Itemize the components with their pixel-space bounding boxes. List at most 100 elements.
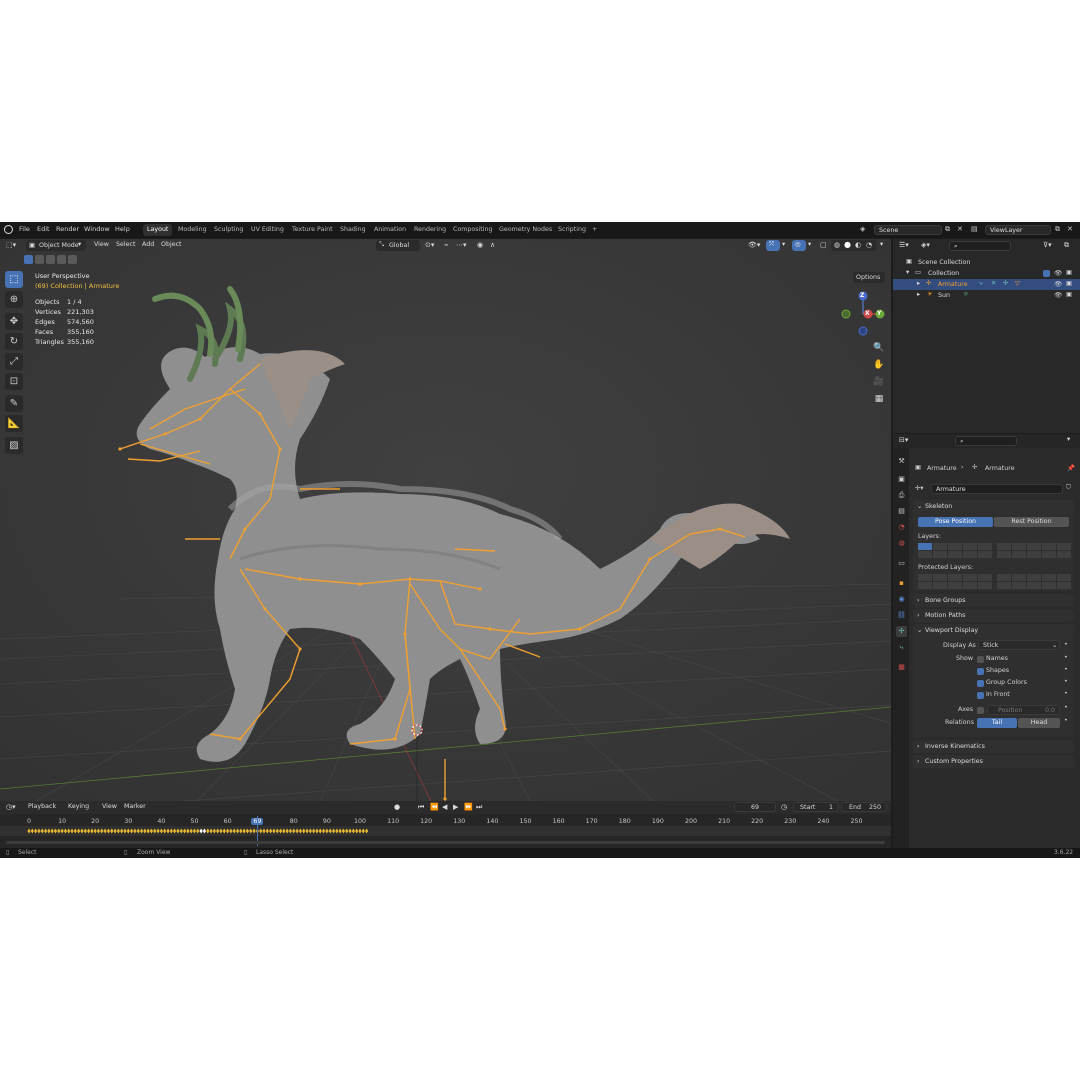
snap-icon[interactable]: ⌁ bbox=[444, 241, 448, 249]
keyframe-diamond[interactable] bbox=[298, 828, 303, 834]
jump-start-icon[interactable]: ⏮ bbox=[418, 803, 424, 812]
keyframe-diamond[interactable] bbox=[163, 828, 167, 834]
add-cube-tool[interactable]: ▨ bbox=[5, 437, 23, 454]
keyframe-diamond[interactable] bbox=[269, 828, 273, 834]
names-checkbox[interactable] bbox=[977, 656, 984, 663]
menu-help[interactable]: Help bbox=[115, 225, 130, 233]
3d-viewport[interactable]: ⬚▾ ▣ Object Mode ▾ View Select Add Objec… bbox=[0, 239, 891, 820]
bone-icon[interactable]: ✕ bbox=[991, 280, 996, 287]
mesh-icon[interactable]: ▽ bbox=[1015, 280, 1020, 287]
keyframe-diamond[interactable] bbox=[130, 828, 134, 834]
jump-keyframe-forward-icon[interactable]: ⏩ bbox=[464, 803, 473, 811]
keyframe-diamond[interactable] bbox=[30, 828, 34, 834]
keyframe-diamond[interactable] bbox=[348, 828, 352, 834]
keyframe-diamond[interactable] bbox=[192, 828, 197, 834]
chevron-down-icon[interactable]: ▾ bbox=[1067, 436, 1070, 443]
pivot-point-icon[interactable]: ⊙▾ bbox=[425, 241, 434, 249]
keyframe-diamond[interactable] bbox=[116, 828, 120, 834]
keyframe-diamond[interactable] bbox=[292, 828, 296, 834]
keyframe-diamond[interactable] bbox=[341, 828, 346, 834]
keyframe-diamond[interactable] bbox=[113, 828, 117, 834]
view-layer-tab-icon[interactable]: ▤ bbox=[896, 506, 907, 517]
keyframe-diamond[interactable] bbox=[285, 828, 289, 834]
keyframe-diamond[interactable] bbox=[90, 828, 94, 834]
object-tab-icon[interactable]: ▪ bbox=[896, 578, 907, 589]
keyframe-diamond[interactable] bbox=[43, 828, 48, 834]
select-intersect-icon[interactable] bbox=[68, 255, 77, 264]
add-workspace-button[interactable]: + bbox=[588, 224, 601, 236]
rest-position-button[interactable]: Rest Position bbox=[994, 517, 1069, 527]
keyframe-diamond[interactable] bbox=[242, 828, 246, 834]
viewport-menu-object[interactable]: Object bbox=[161, 241, 182, 248]
keyframe-diamond[interactable] bbox=[275, 828, 279, 834]
keyframe-diamond[interactable] bbox=[73, 828, 77, 834]
keyframe-diamond[interactable] bbox=[57, 828, 61, 834]
keyframe-diamond[interactable] bbox=[219, 828, 223, 834]
keyframe-diamond[interactable] bbox=[50, 828, 54, 834]
keyframe-diamond[interactable] bbox=[186, 828, 190, 834]
select-new-icon[interactable] bbox=[24, 255, 33, 264]
keyframe-diamond[interactable] bbox=[159, 828, 163, 834]
proportional-falloff-icon[interactable]: ∧ bbox=[490, 241, 495, 249]
play-icon[interactable]: ▶ bbox=[453, 803, 458, 811]
eye-icon[interactable]: 👁 bbox=[1054, 280, 1062, 288]
outliner-row-armature[interactable]: ▸ ✢ Armature ⤷ ✕ ✢ ▽ 👁 ▣ bbox=[893, 279, 1080, 290]
tab-animation[interactable]: Animation bbox=[370, 224, 410, 236]
tab-layout[interactable]: Layout bbox=[143, 224, 173, 236]
menu-file[interactable]: File bbox=[19, 225, 30, 233]
chevron-down-icon[interactable]: ▾ bbox=[808, 241, 811, 248]
keyframe-diamond[interactable] bbox=[27, 828, 31, 834]
visibility-selector-icon[interactable]: 👁▾ bbox=[748, 241, 760, 249]
wireframe-shading-icon[interactable]: ◍ bbox=[834, 241, 840, 249]
keyframe-diamond[interactable] bbox=[176, 828, 180, 834]
texture-tab-icon[interactable]: ▦ bbox=[896, 662, 907, 673]
copy-view-layer-icon[interactable]: ⧉ bbox=[1055, 225, 1060, 234]
protected-layers-grid-right[interactable] bbox=[997, 574, 1071, 589]
pose-icon[interactable]: ⤷ bbox=[979, 280, 983, 288]
timeline-menu-keying[interactable]: Keying bbox=[68, 803, 89, 810]
keyframe-diamond[interactable] bbox=[351, 828, 355, 834]
keyframe-diamond[interactable] bbox=[331, 828, 336, 834]
xray-icon[interactable]: ▢ bbox=[820, 241, 827, 249]
select-extend-icon[interactable] bbox=[35, 255, 44, 264]
keyframe-diamond[interactable] bbox=[60, 828, 64, 834]
keyframe-diamond[interactable] bbox=[262, 828, 266, 834]
panel-bone-groups[interactable]: › Bone Groups bbox=[913, 594, 1074, 607]
relations-head-button[interactable]: Head bbox=[1018, 718, 1060, 728]
keyframe-diamond[interactable] bbox=[302, 828, 306, 834]
keyframe-diamond[interactable] bbox=[338, 828, 342, 834]
snap-settings-icon[interactable]: ⋯▾ bbox=[456, 241, 467, 249]
tab-compositing[interactable]: Compositing bbox=[449, 224, 496, 236]
delete-view-layer-icon[interactable]: ✕ bbox=[1067, 225, 1073, 233]
keyframe-diamond[interactable] bbox=[136, 828, 140, 834]
select-subtract-icon[interactable] bbox=[46, 255, 55, 264]
proportional-editing-icon[interactable]: ◉ bbox=[477, 241, 483, 249]
world-tab-icon[interactable]: ◍ bbox=[896, 538, 907, 549]
measure-tool[interactable]: 📐 bbox=[5, 415, 23, 432]
keyframe-diamond[interactable] bbox=[358, 828, 362, 834]
keyframe-diamond[interactable] bbox=[166, 828, 170, 834]
keyframe-diamond[interactable] bbox=[315, 828, 319, 834]
keyframe-diamond[interactable] bbox=[96, 828, 101, 834]
keyframe-diamond[interactable] bbox=[63, 828, 68, 834]
outliner-row-scene-collection[interactable]: ▣ Scene Collection bbox=[893, 257, 1080, 268]
editor-type-icon[interactable]: ⬚▾ bbox=[6, 241, 16, 249]
keyframe-diamond[interactable] bbox=[196, 828, 200, 834]
keyframe-diamond[interactable] bbox=[345, 828, 349, 834]
select-invert-icon[interactable] bbox=[57, 255, 66, 264]
tab-shading[interactable]: Shading bbox=[336, 224, 370, 236]
pin-icon[interactable]: 📌 bbox=[1067, 464, 1075, 472]
group-colors-checkbox[interactable] bbox=[977, 680, 984, 687]
keyframe-diamond[interactable] bbox=[189, 828, 193, 834]
keyframe-diamond[interactable] bbox=[282, 828, 286, 834]
properties-search-input[interactable]: ⌕ bbox=[955, 436, 1017, 446]
solid-shading-icon[interactable]: ● bbox=[844, 240, 851, 249]
keyframe-diamond[interactable] bbox=[70, 828, 74, 834]
fake-user-shield-icon[interactable]: ⛉ bbox=[1066, 484, 1071, 492]
decorator-dot-icon[interactable]: • bbox=[1064, 704, 1068, 711]
jump-end-icon[interactable]: ⏭ bbox=[476, 803, 482, 812]
keyframe-diamond[interactable] bbox=[245, 828, 250, 834]
cursor-tool[interactable]: ⊕ bbox=[5, 291, 23, 308]
overlays-toggle-button[interactable]: ◎ bbox=[792, 240, 806, 251]
keyframe-diamond[interactable] bbox=[265, 828, 269, 834]
